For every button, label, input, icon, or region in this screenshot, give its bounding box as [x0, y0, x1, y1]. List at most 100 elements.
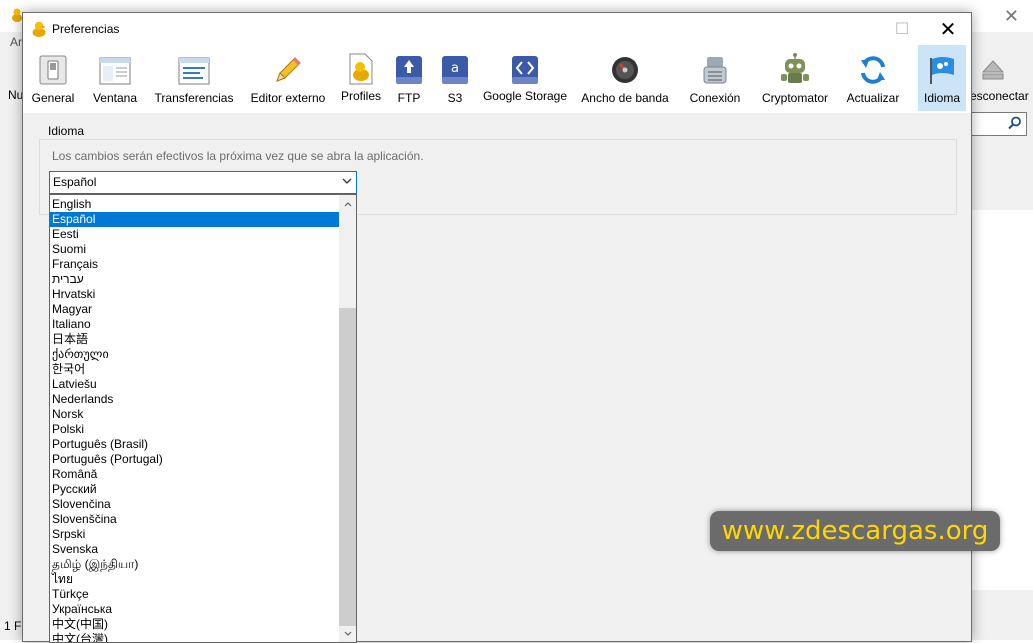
language-option[interactable]: Română: [50, 467, 339, 482]
tab-s3[interactable]: a S3: [440, 45, 470, 111]
tab-ventana[interactable]: Ventana: [91, 45, 139, 111]
cryptomator-robot-icon: [781, 53, 809, 83]
tab-conexion-label: Conexión: [689, 91, 741, 105]
background-search-input[interactable]: [970, 112, 1027, 136]
language-option[interactable]: Русский: [50, 482, 339, 497]
language-option[interactable]: 한국어: [50, 362, 339, 377]
scroll-thumb[interactable]: [339, 308, 356, 626]
tab-general[interactable]: General: [29, 45, 77, 111]
language-option[interactable]: Norsk: [50, 407, 339, 422]
chevron-down-icon[interactable]: [342, 176, 352, 186]
watermark: www.zdescargas.org: [710, 511, 1000, 551]
duck-document-icon: [349, 53, 373, 85]
watermark-text: www.zdescargas.org: [721, 516, 989, 546]
background-menu-label: Ar: [10, 35, 22, 49]
duck-app-icon: [12, 8, 22, 22]
language-options: English Español Eesti Suomi Français עברית Hrv…: [50, 197, 339, 642]
amazon-drive-icon: a: [442, 56, 468, 84]
scroll-down-button[interactable]: [339, 625, 356, 642]
language-option[interactable]: Suomi: [50, 242, 339, 257]
dialog-title: Preferencias: [52, 22, 120, 36]
language-option[interactable]: Slovenščina: [50, 512, 339, 527]
language-option[interactable]: Latviešu: [50, 377, 339, 392]
tab-actualizar-label: Actualizar: [846, 91, 900, 105]
tab-profiles-label: Profiles: [340, 89, 381, 103]
tab-idioma[interactable]: Idioma: [918, 45, 966, 111]
language-option[interactable]: Español: [50, 212, 339, 227]
language-option[interactable]: Hrvatski: [50, 287, 339, 302]
tab-cryptomator-label: Cryptomator: [761, 91, 829, 105]
transfers-window-icon: [178, 57, 210, 85]
language-dropdown-list[interactable]: English Español Eesti Suomi Français עברית Hrv…: [49, 194, 357, 643]
tab-idioma-label: Idioma: [923, 91, 961, 105]
language-option[interactable]: Eesti: [50, 227, 339, 242]
background-close-button[interactable]: ✕: [1004, 6, 1019, 27]
tab-google-storage-label: Google Storage: [482, 89, 568, 103]
dropdown-scrollbar[interactable]: [339, 195, 356, 642]
language-option[interactable]: 中文(台灣): [50, 632, 339, 642]
language-option[interactable]: Srpski: [50, 527, 339, 542]
language-option[interactable]: 中文(中国): [50, 617, 339, 632]
window-icon: [99, 57, 131, 85]
tab-conexion[interactable]: Conexión: [687, 45, 743, 111]
bandwidth-disc-icon: [612, 57, 638, 83]
chevron-down-icon: [344, 631, 351, 636]
language-option[interactable]: Polski: [50, 422, 339, 437]
dialog-titlebar: Preferencias ☐ ✕: [23, 13, 971, 45]
language-option[interactable]: Magyar: [50, 302, 339, 317]
chevron-up-icon: [344, 201, 351, 206]
language-option[interactable]: Türkçe: [50, 587, 339, 602]
tab-ftp-label: FTP: [397, 91, 421, 105]
language-option[interactable]: עברית: [50, 272, 339, 287]
background-left-strip: [0, 32, 22, 640]
tab-cryptomator[interactable]: Cryptomator: [757, 45, 833, 111]
tab-google-storage[interactable]: Google Storage: [482, 45, 568, 111]
connection-icon: [703, 57, 727, 84]
background-status-label: 1 F: [4, 619, 22, 633]
language-option[interactable]: Português (Portugal): [50, 452, 339, 467]
tab-ancho-de-banda-label: Ancho de banda: [581, 91, 669, 105]
pencil-icon: [276, 57, 301, 82]
tab-transferencias-label: Transferencias: [154, 91, 234, 105]
maximize-button[interactable]: ☐: [879, 13, 925, 45]
tab-profiles[interactable]: Profiles: [339, 45, 383, 111]
language-option[interactable]: English: [50, 197, 339, 212]
language-option[interactable]: தமிழ் (இந்தியா): [50, 557, 339, 572]
update-arrows-icon: [861, 56, 885, 84]
tab-editor-externo[interactable]: Editor externo: [249, 45, 327, 111]
duck-app-icon: [32, 21, 46, 37]
search-icon[interactable]: [1008, 116, 1022, 130]
restart-hint: Los cambios serán efectivos la próxima v…: [52, 149, 424, 163]
language-select[interactable]: Español: [49, 171, 357, 194]
language-group-legend: Idioma: [45, 124, 88, 138]
language-option[interactable]: Nederlands: [50, 392, 339, 407]
language-select-value: Español: [53, 175, 97, 189]
language-option[interactable]: 日本語: [50, 332, 339, 347]
google-storage-drive-icon: [512, 56, 538, 84]
language-option[interactable]: Svenska: [50, 542, 339, 557]
tab-ancho-de-banda[interactable]: Ancho de banda: [579, 45, 671, 111]
tab-s3-label: S3: [447, 91, 463, 105]
language-option[interactable]: Українська: [50, 602, 339, 617]
svg-text:a: a: [451, 61, 459, 76]
minimize-button[interactable]: [833, 13, 879, 45]
language-option[interactable]: Italiano: [50, 317, 339, 332]
ftp-drive-icon: [396, 56, 422, 84]
language-option[interactable]: Français: [50, 257, 339, 272]
close-button[interactable]: ✕: [925, 13, 971, 45]
language-option[interactable]: Português (Brasil): [50, 437, 339, 452]
scroll-up-button[interactable]: [339, 195, 356, 212]
tab-general-label: General: [31, 91, 75, 105]
language-option[interactable]: ไทย: [50, 572, 339, 587]
disconnect-button-label[interactable]: esconectar: [970, 89, 1029, 103]
switch-icon: [39, 55, 67, 85]
preferences-toolbar: General Ventana Transferencias Editor ex…: [23, 45, 971, 113]
tab-ftp[interactable]: FTP: [393, 45, 425, 111]
tab-actualizar[interactable]: Actualizar: [845, 45, 901, 111]
tab-ventana-label: Ventana: [92, 91, 138, 105]
language-option[interactable]: Slovenčina: [50, 497, 339, 512]
eject-icon[interactable]: [982, 60, 1004, 80]
language-flag-icon: [930, 57, 954, 84]
language-option[interactable]: ქართული: [50, 347, 339, 362]
tab-transferencias[interactable]: Transferencias: [155, 45, 233, 111]
